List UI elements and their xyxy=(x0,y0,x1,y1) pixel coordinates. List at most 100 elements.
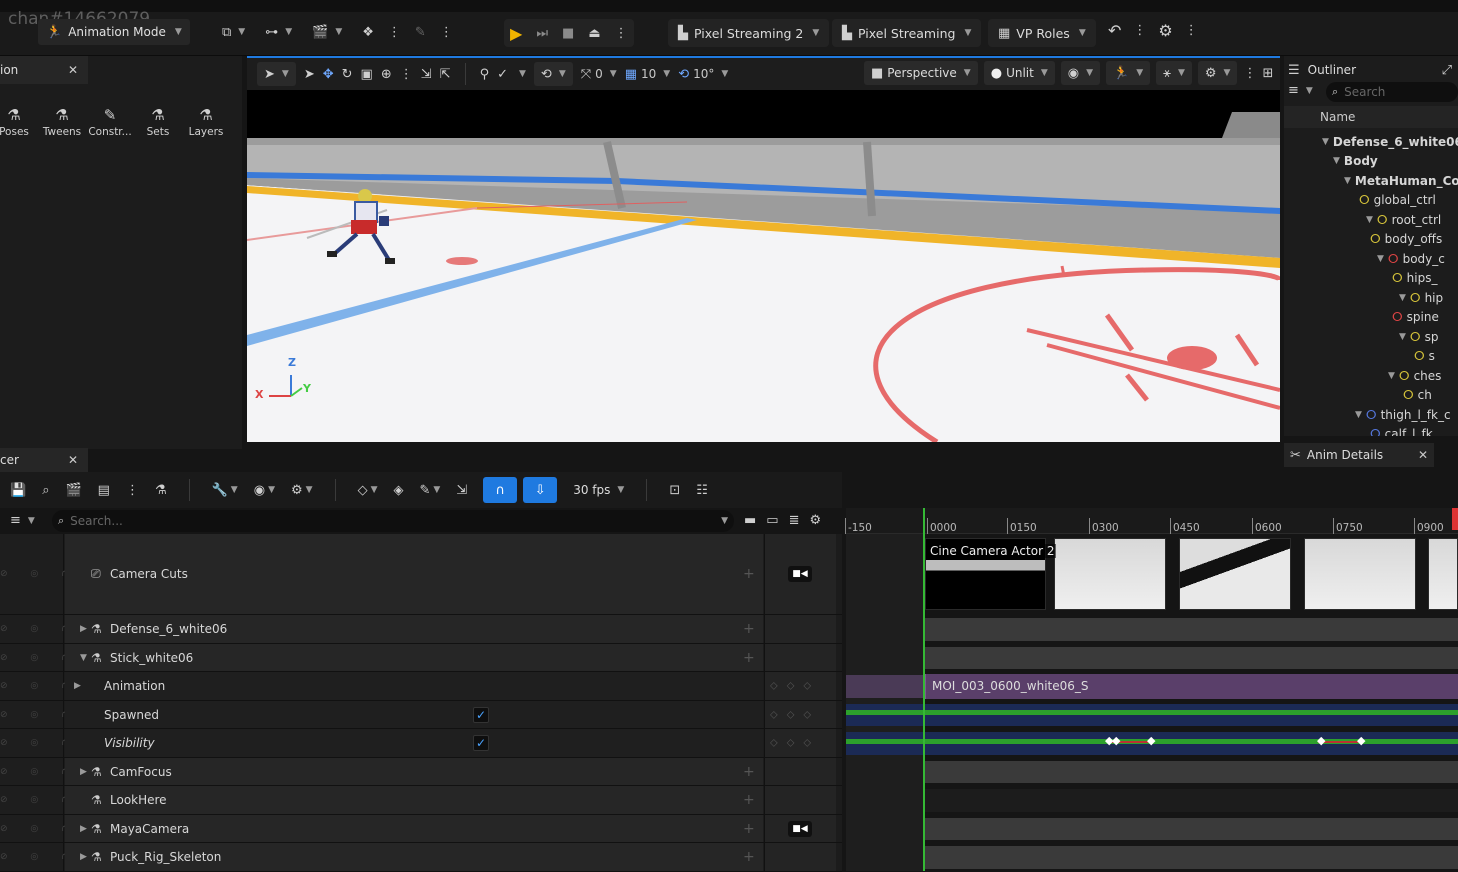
expand-arrow-icon[interactable]: ▼ xyxy=(1377,254,1384,264)
outliner-column-header[interactable]: Name xyxy=(1284,106,1458,128)
perspective-button[interactable]: ■ Perspective ▼ xyxy=(864,61,978,85)
camera-cut-thumbnail[interactable] xyxy=(1054,538,1166,610)
expand-arrow-icon[interactable]: ▶ xyxy=(80,852,87,862)
more-options-icon[interactable]: ⋮ xyxy=(1185,23,1198,38)
collapse-icon[interactable]: ▬ xyxy=(744,513,756,528)
more-options-icon[interactable]: ⋮ xyxy=(615,26,628,41)
vp-roles-button[interactable]: ▦ VP Roles ▼ xyxy=(988,19,1096,47)
key-navigation-icons[interactable]: ◇◇◇ xyxy=(770,709,820,720)
pivot-tool-icon[interactable]: ✓ xyxy=(497,67,508,82)
track-header[interactable] xyxy=(65,672,763,700)
keyframe[interactable]: ◆ xyxy=(1112,734,1120,747)
key-navigation-icons[interactable]: ◇◇◇ xyxy=(770,681,820,692)
camera-cut-thumbnail[interactable] xyxy=(1428,538,1458,610)
more-options-icon[interactable]: ⋮ xyxy=(1133,23,1146,38)
sets-button[interactable]: ⚗ Sets xyxy=(134,106,182,138)
outliner-item[interactable]: ▼ Defense_6_white06 xyxy=(1284,132,1458,151)
add-track-icon[interactable]: + xyxy=(743,566,755,582)
track-row[interactable]: ⊘ ◎ ∩ ▶ ⚗ MayaCamera + ■◀ xyxy=(0,815,842,843)
tree-view-icon[interactable]: ☷ xyxy=(696,483,708,498)
outliner-item[interactable]: ▼ Body xyxy=(1284,152,1458,171)
camera-cut-thumbnail[interactable] xyxy=(1304,538,1416,610)
sequencer-search-input[interactable]: ⌕ Search... ▼ xyxy=(52,510,734,532)
camera-cut-thumbnail[interactable] xyxy=(1179,538,1291,610)
eject-icon[interactable]: ⏏ xyxy=(588,26,600,41)
expand-arrow-icon[interactable]: ▼ xyxy=(1322,137,1329,147)
expand-arrow-icon[interactable]: ▶ xyxy=(74,681,81,691)
add-track-icon[interactable]: + xyxy=(743,849,755,865)
rotation-snap-button[interactable]: ⟲ ▼ xyxy=(533,62,573,86)
settings-panel-icon[interactable]: ⚙ xyxy=(1158,21,1172,40)
add-key-icon[interactable]: ◈ xyxy=(393,483,403,498)
timeline-lane[interactable] xyxy=(846,704,1458,726)
grid-snap-control[interactable]: ▦ 10 ▼ xyxy=(625,67,671,82)
outliner-item[interactable]: ⵔ ch xyxy=(1284,386,1458,405)
poses-button[interactable]: ⚗ Poses xyxy=(0,106,38,138)
snap-magnet-icon[interactable]: ∩ xyxy=(483,477,518,503)
track-row[interactable]: ⊘ ◎ ∩ ▶ ⚗ Puck_Rig_Skeleton + xyxy=(0,843,842,872)
add-track-icon[interactable]: + xyxy=(743,650,755,666)
pixel-streaming-button[interactable]: ▙ Pixel Streaming ▼ xyxy=(832,19,982,47)
viewport-settings-button[interactable]: ⚙ ▼ xyxy=(1197,61,1238,85)
undo-history-icon[interactable]: ↶ xyxy=(1108,21,1121,40)
pivot-icon[interactable]: ⇱ xyxy=(440,67,451,82)
outliner-item[interactable]: ⵔ hips_ xyxy=(1284,269,1458,288)
expand-icon[interactable]: ▭ xyxy=(766,513,778,528)
expand-arrow-icon[interactable]: ▼ xyxy=(1388,371,1395,381)
expand-arrow-icon[interactable]: ▶ xyxy=(80,767,87,777)
tools-dropdown[interactable]: 🔧 ▼ xyxy=(212,483,238,498)
timeline-lane[interactable] xyxy=(923,647,1458,669)
outliner-item[interactable]: ▼ ⵔ thigh_l_fk_c xyxy=(1284,405,1458,424)
timeline-lane[interactable] xyxy=(923,618,1458,641)
list-icon[interactable]: ≣ xyxy=(789,513,800,528)
render-movie-icon[interactable]: 🎬 xyxy=(65,483,81,498)
more-options-icon[interactable]: ⋮ xyxy=(400,67,413,82)
actor-to-sequencer-icon[interactable]: ⚗ xyxy=(155,483,167,498)
select-mode-button[interactable]: ➤ ▼ xyxy=(257,62,296,86)
expand-arrow-icon[interactable]: ▼ xyxy=(1333,156,1340,166)
world-space-icon[interactable]: ⊕ xyxy=(381,67,392,82)
track-header[interactable] xyxy=(65,729,763,757)
outliner-item[interactable]: ⵔ spine xyxy=(1284,308,1458,327)
rotate-snap-control[interactable]: ⟲ 10° ▼ xyxy=(678,67,728,82)
expand-arrow-icon[interactable]: ▼ xyxy=(1344,176,1351,186)
expand-arrow-icon[interactable]: ▶ xyxy=(80,624,87,634)
curve-editor-icon[interactable]: ⊡ xyxy=(669,483,680,498)
track-row[interactable]: ⊘ ◎ ∩ Spawned ✓ ◇◇◇ xyxy=(0,701,842,729)
timeline-ruler[interactable]: -150 0000 0150 0300 0450 0600 0750 0900 xyxy=(845,508,1458,534)
key-navigation-icons[interactable]: ◇◇◇ xyxy=(770,738,820,749)
playhead[interactable] xyxy=(923,508,925,871)
track-filter[interactable]: ≡ ▼ xyxy=(10,513,35,528)
outliner-item[interactable]: ▼ ⵔ root_ctrl xyxy=(1284,210,1458,229)
select-icon[interactable]: ➤ xyxy=(304,67,315,82)
tab-anim-details[interactable]: ✂ Anim Details ✕ xyxy=(1284,443,1434,467)
outliner-item[interactable]: ⵔ body_offs xyxy=(1284,230,1458,249)
blueprint-button[interactable]: ⊶ ▼ xyxy=(259,19,298,45)
chevron-down-icon[interactable]: ▼ xyxy=(1306,86,1313,96)
close-icon[interactable]: ✕ xyxy=(1418,448,1428,462)
play-icon[interactable]: ▶ xyxy=(510,24,522,43)
track-header[interactable] xyxy=(65,701,763,728)
tweens-button[interactable]: ⚗ Tweens xyxy=(38,106,86,138)
outliner-item[interactable]: ▼ ⵔ ches xyxy=(1284,366,1458,385)
track-checkbox[interactable]: ✓ xyxy=(473,735,489,751)
view-options-dropdown[interactable]: ◉ ▼ xyxy=(254,483,275,498)
tab-sequencer[interactable]: cer ✕ xyxy=(0,448,88,472)
timeline-lane[interactable] xyxy=(923,846,1458,869)
pin-icon[interactable]: ⤢ xyxy=(1442,63,1452,78)
more-options-icon[interactable]: ⋮ xyxy=(440,25,453,40)
close-icon[interactable]: ✕ xyxy=(68,63,78,77)
move-snap-control[interactable]: ⤧ 0 ▼ xyxy=(581,67,617,82)
filter-icon[interactable]: ≡ xyxy=(1288,83,1299,98)
expand-arrow-icon[interactable]: ▼ xyxy=(1399,293,1406,303)
timeline-lane[interactable] xyxy=(923,789,1458,812)
move-icon[interactable]: ✥ xyxy=(323,67,334,82)
expand-arrow-icon[interactable]: ▼ xyxy=(80,653,87,663)
track-header[interactable] xyxy=(65,786,763,814)
gear-icon[interactable]: ⚙ xyxy=(810,513,822,528)
layout-icon[interactable]: ⊞ xyxy=(1262,66,1273,81)
modes-button[interactable]: ❖ xyxy=(356,19,380,45)
track-row[interactable]: ⊘ ◎ ∩ Visibility ✓ ◇◇◇ xyxy=(0,729,842,758)
keyframe[interactable]: ◆ xyxy=(1317,734,1325,747)
playback-options-dropdown[interactable]: ⚙ ▼ xyxy=(291,483,313,498)
